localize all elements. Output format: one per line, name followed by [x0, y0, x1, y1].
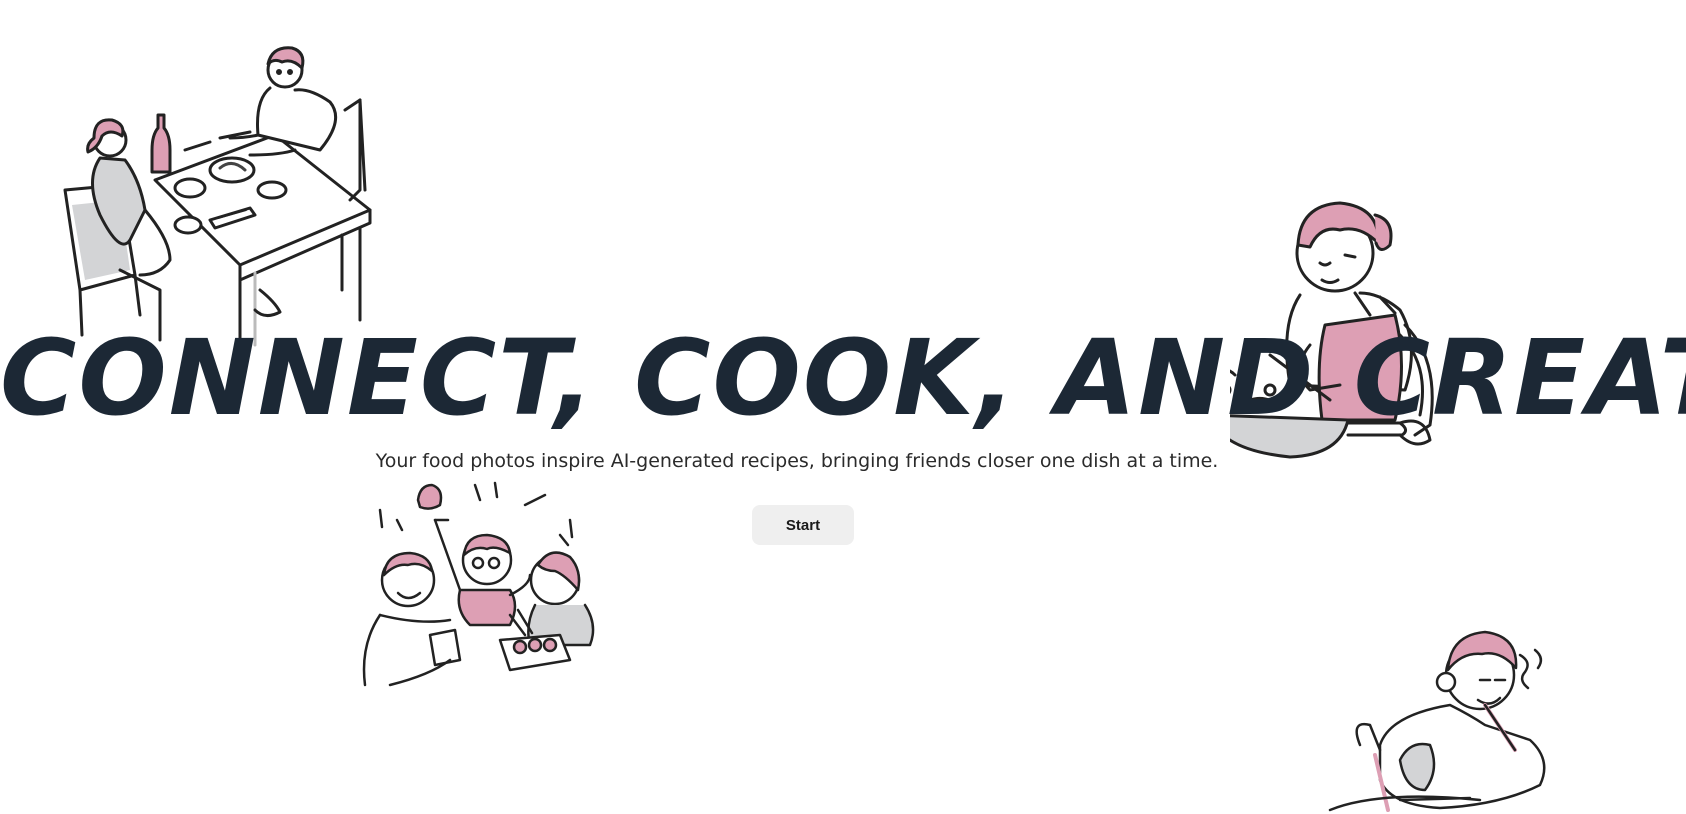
start-button[interactable]: Start [752, 505, 854, 545]
friends-celebrating-illustration [360, 475, 620, 690]
landing-page: CONNECT, COOK, AND CREATE Your food phot… [0, 0, 1686, 814]
hero-subtitle: Your food photos inspire AI-generated re… [375, 450, 1219, 472]
couple-dining-illustration [60, 40, 380, 360]
man-eating-illustration [1320, 620, 1560, 814]
hero-title: CONNECT, COOK, AND CREATE [0, 317, 1686, 439]
